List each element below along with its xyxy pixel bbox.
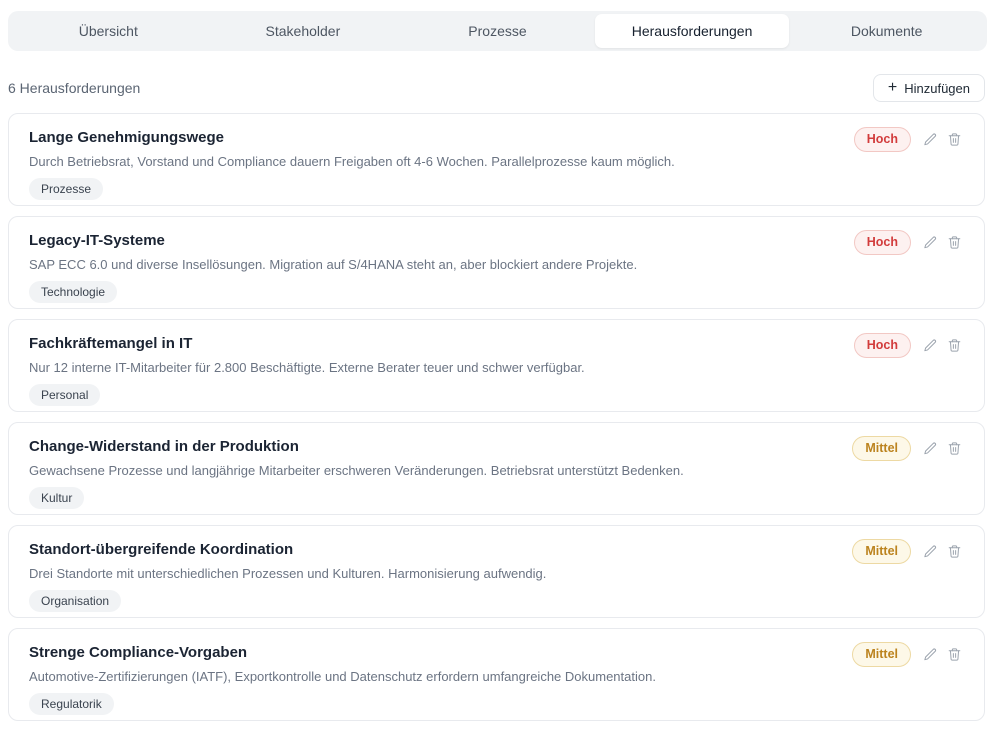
tab-bar: Übersicht Stakeholder Prozesse Herausfor… (8, 11, 987, 51)
delete-button[interactable] (947, 338, 962, 353)
edit-button[interactable] (923, 647, 938, 662)
tab-uebersicht[interactable]: Übersicht (11, 14, 206, 48)
severity-badge: Hoch (854, 230, 911, 255)
severity-badge: Hoch (854, 127, 911, 152)
severity-badge: Mittel (852, 539, 911, 564)
pencil-icon (923, 235, 938, 250)
edit-button[interactable] (923, 441, 938, 456)
challenge-list: Lange Genehmigungswege Durch Betriebsrat… (8, 113, 985, 721)
category-tag: Personal (29, 384, 100, 406)
tab-dokumente[interactable]: Dokumente (789, 14, 984, 48)
pencil-icon (923, 544, 938, 559)
challenge-card: Standort-übergreifende Koordination Drei… (8, 525, 985, 618)
challenge-card: Legacy-IT-Systeme SAP ECC 6.0 und divers… (8, 216, 985, 309)
add-challenge-button[interactable]: + Hinzufügen (873, 74, 985, 102)
edit-button[interactable] (923, 132, 938, 147)
tab-prozesse[interactable]: Prozesse (400, 14, 595, 48)
card-actions: Mittel (852, 539, 962, 564)
challenge-description: Nur 12 interne IT-Mitarbeiter für 2.800 … (29, 360, 962, 376)
category-tag: Prozesse (29, 178, 103, 200)
add-button-label: Hinzufügen (904, 81, 970, 96)
delete-button[interactable] (947, 441, 962, 456)
severity-badge: Hoch (854, 333, 911, 358)
plus-icon: + (888, 80, 897, 96)
category-tag: Kultur (29, 487, 84, 509)
list-header: 6 Herausforderungen + Hinzufügen (8, 74, 985, 102)
tab-herausforderungen[interactable]: Herausforderungen (595, 14, 790, 48)
trash-icon (947, 441, 962, 456)
tab-stakeholder[interactable]: Stakeholder (206, 14, 401, 48)
challenge-title: Lange Genehmigungswege (29, 128, 962, 147)
category-tag: Regulatorik (29, 693, 114, 715)
pencil-icon (923, 647, 938, 662)
challenge-description: Durch Betriebsrat, Vorstand und Complian… (29, 154, 962, 170)
challenge-description: Automotive-Zertifizierungen (IATF), Expo… (29, 669, 962, 685)
challenge-title: Legacy-IT-Systeme (29, 231, 962, 250)
pencil-icon (923, 132, 938, 147)
delete-button[interactable] (947, 544, 962, 559)
card-actions: Hoch (854, 333, 962, 358)
delete-button[interactable] (947, 235, 962, 250)
challenge-count-label: 6 Herausforderungen (8, 80, 140, 96)
challenge-title: Strenge Compliance-Vorgaben (29, 643, 962, 662)
challenge-card: Strenge Compliance-Vorgaben Automotive-Z… (8, 628, 985, 721)
challenge-description: Gewachsene Prozesse und langjährige Mita… (29, 463, 962, 479)
card-actions: Mittel (852, 436, 962, 461)
category-tag: Organisation (29, 590, 121, 612)
challenge-description: SAP ECC 6.0 und diverse Insellösungen. M… (29, 257, 962, 273)
category-tag: Technologie (29, 281, 117, 303)
trash-icon (947, 544, 962, 559)
severity-badge: Mittel (852, 436, 911, 461)
delete-button[interactable] (947, 132, 962, 147)
challenge-title: Standort-übergreifende Koordination (29, 540, 962, 559)
challenge-description: Drei Standorte mit unterschiedlichen Pro… (29, 566, 962, 582)
card-actions: Hoch (854, 230, 962, 255)
trash-icon (947, 647, 962, 662)
card-actions: Hoch (854, 127, 962, 152)
trash-icon (947, 338, 962, 353)
delete-button[interactable] (947, 647, 962, 662)
challenge-card: Lange Genehmigungswege Durch Betriebsrat… (8, 113, 985, 206)
card-actions: Mittel (852, 642, 962, 667)
pencil-icon (923, 441, 938, 456)
challenge-card: Change-Widerstand in der Produktion Gewa… (8, 422, 985, 515)
pencil-icon (923, 338, 938, 353)
edit-button[interactable] (923, 338, 938, 353)
challenge-title: Change-Widerstand in der Produktion (29, 437, 962, 456)
edit-button[interactable] (923, 235, 938, 250)
trash-icon (947, 132, 962, 147)
challenge-title: Fachkräftemangel in IT (29, 334, 962, 353)
edit-button[interactable] (923, 544, 938, 559)
trash-icon (947, 235, 962, 250)
severity-badge: Mittel (852, 642, 911, 667)
challenge-card: Fachkräftemangel in IT Nur 12 interne IT… (8, 319, 985, 412)
